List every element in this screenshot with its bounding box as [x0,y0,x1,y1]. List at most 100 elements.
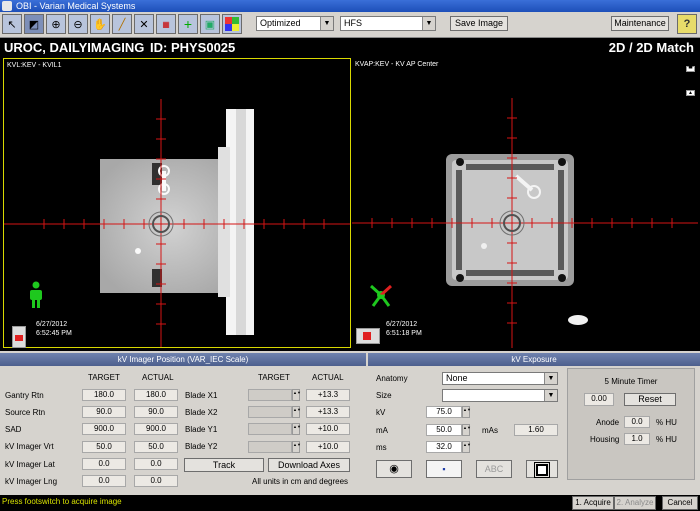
size-select[interactable]: ▼ [442,389,558,402]
track-button[interactable]: Track [184,458,264,472]
ms-spinner[interactable]: ▲▼ [462,441,471,453]
timer-reset-button[interactable]: Reset [624,393,676,406]
left-source-icon [12,326,26,348]
kv-imager-lng-target[interactable]: 0.0 [82,475,126,487]
ma-label: mA [376,426,388,435]
timer-title: 5 Minute Timer [604,377,658,386]
right-source-icon [356,328,380,344]
ms-input[interactable]: 32.0 [426,441,462,453]
blade-x2-target[interactable] [248,406,292,418]
kv-imager-lat-target[interactable]: 0.0 [82,458,126,470]
kv-imager-lng-label: kV Imager Lng [5,477,58,486]
select-tool-icon[interactable]: ↖ [2,14,22,34]
kv-imager-vrt-target[interactable]: 50.0 [82,441,126,453]
anatomy-label: Anatomy [376,374,408,383]
blend-icon[interactable]: ▣ [200,14,220,34]
anode-value: 0.0 [624,416,650,428]
blade-y1-label: Blade Y1 [185,425,218,434]
blade-x1-target[interactable] [248,389,292,401]
title-bar: OBI - Varian Medical Systems [0,0,700,12]
left-xray-image [4,99,350,347]
blade-x1-spinner[interactable]: ▲▼ [292,389,301,401]
window-level-tool-icon[interactable]: ◩ [24,14,44,34]
blade-x2-label: Blade X2 [185,408,218,417]
eye-preview-button[interactable]: ◉ [376,460,412,478]
orientation-value: HFS [344,18,362,28]
sad-target[interactable]: 900.0 [82,423,126,435]
orientation-select[interactable]: HFS ▼ [340,16,436,31]
ma-spinner[interactable]: ▲▼ [462,424,471,436]
right-image-date: 6/27/2012 [386,321,418,328]
abc-button[interactable]: ABC [476,460,512,478]
kv-input[interactable]: 75.0 [426,406,462,418]
blade-x1-actual: +13.3 [306,389,350,401]
view-mode-select[interactable]: Optimized ▼ [256,16,334,31]
right-image-viewer[interactable]: KVAP:KEV - KV AP Center ▀ ▲ [352,58,698,348]
housing-unit: % HU [656,435,677,444]
blade-y2-actual: +10.0 [306,441,350,453]
kv-label: kV [376,408,386,417]
blade-x1-label: Blade X1 [185,391,218,400]
units-note: All units in cm and degrees [252,477,349,486]
left-image-viewer[interactable]: KVL:KEV - KVIL1 [3,58,351,348]
blade-y1-actual: +10.0 [306,423,350,435]
eye-icon: ◉ [389,463,399,475]
kv-exposure-header: kV Exposure [368,353,700,366]
right-image-timestamp: 6/27/2012 6:51:18 PM [386,320,422,338]
blade-y1-spinner[interactable]: ▲▼ [292,423,301,435]
left-image-time: 6:52:45 PM [36,330,72,337]
help-icon[interactable]: ? [677,14,697,34]
anode-unit: % HU [656,418,677,427]
anatomy-select[interactable]: None ▼ [442,372,558,385]
save-image-button[interactable]: Save Image [450,16,508,31]
patient-id: ID: PHYS0025 [150,40,236,55]
match-icon[interactable]: ✕ [134,14,154,34]
mas-value: 1.60 [514,424,558,436]
source-rtn-target[interactable]: 90.0 [82,406,126,418]
blade-x2-spinner[interactable]: ▲▼ [292,406,301,418]
blade-y2-spinner[interactable]: ▲▼ [292,441,301,453]
maintenance-button[interactable]: Maintenance [611,16,669,31]
gantry-rtn-target[interactable]: 180.0 [82,389,126,401]
chevron-down-icon: ▼ [544,373,557,384]
color-palette-icon[interactable] [222,14,242,34]
pan-hand-icon[interactable]: ✋ [90,14,110,34]
housing-value: 1.0 [624,433,650,445]
ruler-icon[interactable]: ╱ [112,14,132,34]
blade-actual-column-header: ACTUAL [312,373,344,382]
right-xray-image [352,98,698,348]
zoom-in-tool-icon[interactable]: ⊕ [46,14,66,34]
anatomy-value: None [446,373,468,383]
zoom-out-tool-icon[interactable]: ⊖ [68,14,88,34]
size-label: Size [376,391,392,400]
gantry-rtn-label: Gantry Rtn [5,391,44,400]
blade-y2-target[interactable] [248,441,292,453]
patient-header: UROC, DAILYIMAGING ID: PHYS0025 2D / 2D … [0,38,700,58]
app-icon [2,1,12,11]
cancel-button[interactable]: Cancel [662,496,698,510]
blade-target-column-header: TARGET [258,373,290,382]
kv-imager-lat-label: kV Imager Lat [5,460,55,469]
spyglass-icon[interactable]: ▦ [156,14,176,34]
kv-spinner[interactable]: ▲▼ [462,406,471,418]
left-image-timestamp: 6/27/2012 6:52:45 PM [36,320,72,338]
ma-input[interactable]: 50.0 [426,424,462,436]
analyze-tab[interactable]: 2. Analyze [614,496,656,510]
download-axes-button[interactable]: Download Axes [268,458,350,472]
mas-label: mAs [482,426,498,435]
patient-name: UROC, DAILYIMAGING [4,40,145,55]
gantry-rtn-actual: 180.0 [134,389,178,401]
fluoro-icon: ▪ [442,464,446,474]
left-image-date: 6/27/2012 [36,321,68,328]
fluoro-button[interactable]: ▪ [426,460,462,478]
right-image-time: 6:51:18 PM [386,330,422,337]
beam-target-icon [534,461,550,478]
chevron-down-icon: ▼ [320,17,333,30]
sad-actual: 900.0 [134,423,178,435]
blade-y1-target[interactable] [248,423,292,435]
beam-on-button[interactable] [526,460,558,478]
acquire-tab[interactable]: 1. Acquire [572,496,614,510]
add-marker-icon[interactable]: + [178,14,198,34]
blade-y2-label: Blade Y2 [185,442,218,451]
toolbar: ↖ ◩ ⊕ ⊖ ✋ ╱ ✕ ▦ + ▣ Optimized ▼ HFS ▼ Sa… [0,12,700,38]
